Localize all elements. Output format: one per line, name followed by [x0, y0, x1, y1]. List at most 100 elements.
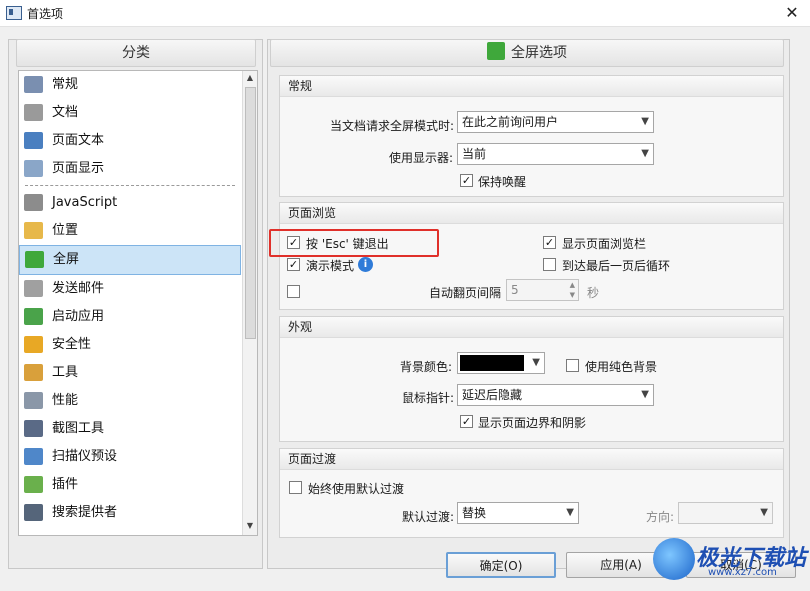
- folder-icon: [24, 222, 43, 239]
- solid-bg-checkbox[interactable]: [566, 359, 579, 372]
- scanner-icon: [24, 448, 43, 465]
- keep-awake-label: 保持唤醒: [478, 175, 527, 189]
- cursor-label: 鼠标指针:: [402, 391, 455, 405]
- group-appearance-title: 外观: [280, 317, 783, 338]
- cursor-select[interactable]: 延迟后隐藏 ▼: [457, 384, 654, 406]
- sidebar-item[interactable]: 插件: [19, 471, 257, 499]
- sidebar-item[interactable]: 启动应用: [19, 303, 257, 331]
- category-list: 常规文档页面文本页面显示 JavaScript 位置全屏发送邮件启动应用安全性工具性…: [18, 70, 258, 536]
- group-transition-title: 页面过渡: [280, 449, 783, 470]
- close-icon[interactable]: ✕: [774, 0, 810, 26]
- chevron-down-icon: ▼: [760, 507, 768, 518]
- auto-flip-unit: 秒: [587, 286, 600, 300]
- scroll-down-icon[interactable]: ▼: [245, 521, 255, 533]
- sidebar-item-label: 页面显示: [52, 161, 105, 176]
- request-select[interactable]: 在此之前询问用户 ▼: [457, 111, 654, 133]
- default-transition-value: 替换: [462, 506, 487, 520]
- loop-checkbox[interactable]: [543, 258, 556, 271]
- page-border-checkbox[interactable]: ✓: [460, 415, 473, 428]
- sidebar-item-label: 启动应用: [52, 309, 105, 324]
- sidebar-item-label: 安全性: [52, 337, 92, 352]
- tools-icon: [24, 364, 43, 381]
- sidebar-item-label: 插件: [52, 477, 79, 492]
- monitor-select-value: 当前: [462, 147, 487, 161]
- sidebar-item[interactable]: 截图工具: [19, 415, 257, 443]
- sidebar-item-label: 扫描仪预设: [52, 449, 118, 464]
- camera-icon: [24, 420, 43, 437]
- bg-color-swatch: [460, 355, 524, 371]
- chevron-down-icon: ▼: [641, 389, 649, 400]
- solid-bg-label: 使用纯色背景: [585, 360, 658, 374]
- sidebar-item-label: 常规: [52, 77, 79, 92]
- window-title: 首选项: [27, 7, 64, 21]
- annotation-highlight-box: [269, 229, 439, 257]
- group-general-title: 常规: [280, 76, 783, 97]
- default-transition-label: 默认过渡:: [402, 510, 455, 524]
- default-transition-select[interactable]: 替换 ▼: [457, 502, 579, 524]
- sidebar-item[interactable]: 安全性: [19, 331, 257, 359]
- sidebar-item[interactable]: 工具: [19, 359, 257, 387]
- sidebar-item-label: 工具: [52, 365, 79, 380]
- monitor-select[interactable]: 当前 ▼: [457, 143, 654, 165]
- text-T-icon: [24, 132, 43, 149]
- sidebar-item-label: 位置: [52, 223, 79, 238]
- sidebar-item[interactable]: 扫描仪预设: [19, 443, 257, 471]
- direction-label: 方向:: [646, 510, 675, 524]
- auto-flip-label: 自动翻页间隔: [429, 286, 502, 300]
- request-label: 当文档请求全屏模式时:: [330, 119, 455, 133]
- page-display-icon: [24, 160, 43, 177]
- gauge-icon: [24, 392, 43, 409]
- sidebar-item[interactable]: 性能: [19, 387, 257, 415]
- sidebar-item[interactable]: 文档: [19, 99, 257, 127]
- binoculars-icon: [24, 504, 43, 521]
- sidebar-item-label: 性能: [52, 393, 79, 408]
- watermark-logo-icon: [653, 538, 695, 580]
- category-scrollbar[interactable]: ▲ ▼: [242, 71, 257, 535]
- keep-awake-checkbox[interactable]: ✓: [460, 174, 473, 187]
- always-default-checkbox[interactable]: [289, 481, 302, 494]
- chevron-down-icon: ▼: [641, 116, 649, 127]
- shield-icon: [24, 336, 43, 353]
- options-header-label: 全屏选项: [511, 45, 567, 61]
- direction-select[interactable]: ▼: [678, 502, 773, 524]
- scroll-thumb[interactable]: [245, 87, 256, 339]
- info-icon[interactable]: i: [358, 257, 373, 272]
- bg-color-picker[interactable]: ▼: [457, 352, 545, 374]
- auto-flip-spinner[interactable]: 5 ▲ ▼: [506, 279, 579, 301]
- chevron-down-icon: ▼: [641, 148, 649, 159]
- watermark-url: www.xz7.com: [708, 567, 777, 578]
- list-separator: [25, 185, 235, 187]
- ok-button[interactable]: 确定(O): [446, 552, 556, 578]
- auto-flip-checkbox[interactable]: [287, 285, 300, 298]
- options-header: 全屏选项: [270, 39, 784, 67]
- sidebar-item[interactable]: 位置: [19, 217, 257, 245]
- javascript-icon: [24, 194, 43, 211]
- category-header: 分类: [16, 39, 256, 67]
- sidebar-item-label: 文档: [52, 105, 79, 120]
- sidebar-item[interactable]: 搜索提供者: [19, 499, 257, 527]
- auto-flip-value: 5: [511, 283, 519, 297]
- bg-color-label: 背景颜色:: [400, 360, 453, 374]
- group-general: 常规: [279, 75, 784, 197]
- sidebar-item[interactable]: 页面显示: [19, 155, 257, 183]
- sidebar-item[interactable]: JavaScript: [19, 189, 257, 217]
- sidebar-item-label: 截图工具: [52, 421, 105, 436]
- show-bar-checkbox[interactable]: ✓: [543, 236, 556, 249]
- spinner-arrows-icon: ▲ ▼: [569, 281, 575, 299]
- chevron-down-icon: ▼: [532, 357, 540, 368]
- sidebar-item-label: 页面文本: [52, 133, 105, 148]
- sidebar-item[interactable]: 常规: [19, 71, 257, 99]
- sidebar-item[interactable]: 发送邮件: [19, 275, 257, 303]
- monitor-label: 使用显示器:: [389, 151, 454, 165]
- title-bar: 首选项 ✕: [0, 0, 810, 27]
- fullscreen-icon: [487, 42, 505, 60]
- chevron-down-icon: ▼: [566, 507, 574, 518]
- mail-icon: [24, 280, 43, 297]
- sidebar-item-label: 发送邮件: [52, 281, 105, 296]
- sidebar-item[interactable]: 全屏: [19, 245, 241, 275]
- app-launch-icon: [24, 308, 43, 325]
- app-icon: [6, 6, 22, 20]
- scroll-up-icon[interactable]: ▲: [245, 73, 255, 85]
- demo-checkbox[interactable]: ✓: [287, 258, 300, 271]
- sidebar-item[interactable]: 页面文本: [19, 127, 257, 155]
